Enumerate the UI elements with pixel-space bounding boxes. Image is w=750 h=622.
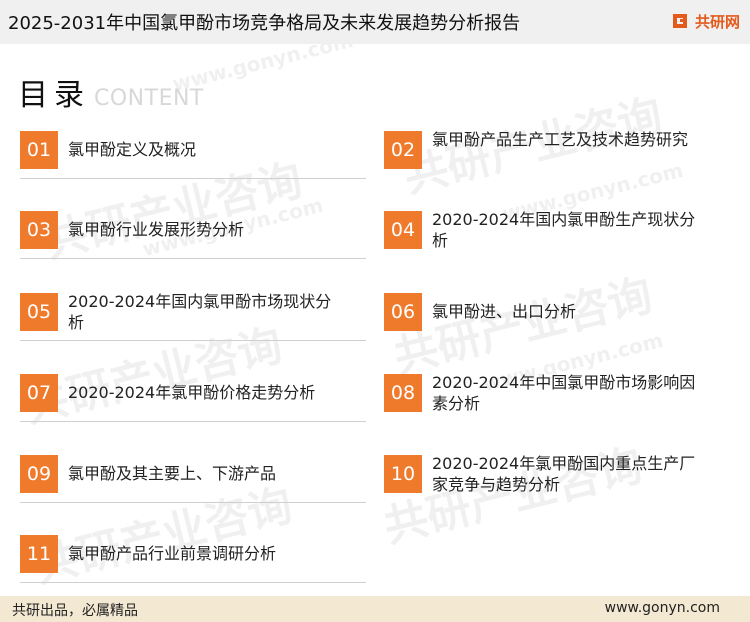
toc-divider [20,502,366,503]
toc-label: 氯甲酚行业发展形势分析 [68,220,245,239]
toc-item-05[interactable]: 05 2020-2024年国内氯甲酚市场现状分析 [20,292,366,341]
toc-number: 05 [20,293,58,331]
toc-number: 02 [384,131,422,169]
toc-item-01[interactable]: 01 氯甲酚定义及概况 [20,131,366,179]
toc-label: 氯甲酚进、出口分析 [432,302,577,321]
toc-item-11[interactable]: 11 氯甲酚产品行业前景调研分析 [20,535,366,583]
toc-divider [20,421,366,422]
toc-heading-en: CONTENT [94,86,204,111]
toc-item-10[interactable]: 10 2020-2024年氯甲酚国内重点生产厂家竞争与趋势分析 [384,454,730,503]
logo-icon [669,10,691,32]
toc-item-08[interactable]: 08 2020-2024年中国氯甲酚市场影响因素分析 [384,373,730,422]
toc-item-06[interactable]: 06 氯甲酚进、出口分析 [384,293,730,341]
toc-label: 氯甲酚定义及概况 [68,140,197,159]
toc-item-07[interactable]: 07 2020-2024年氯甲酚价格走势分析 [20,374,366,422]
toc-number: 11 [20,535,58,573]
toc-label: 2020-2024年氯甲酚国内重点生产厂家竞争与趋势分析 [432,454,696,494]
toc-heading: 目录 CONTENT [18,70,204,114]
footer-website[interactable]: www.gonyn.com [605,600,720,616]
toc-divider [20,340,366,341]
toc-divider [20,582,366,583]
toc-number: 03 [20,211,58,249]
toc-number: 06 [384,293,422,331]
toc-label: 2020-2024年氯甲酚价格走势分析 [68,383,316,402]
toc-label: 2020-2024年中国氯甲酚市场影响因素分析 [432,373,696,413]
footer-slogan: 共研出品，必属精品 [12,603,138,619]
toc-item-03[interactable]: 03 氯甲酚行业发展形势分析 [20,211,366,259]
toc-heading-cn: 目录 [18,78,90,113]
toc-number: 04 [384,211,422,249]
toc-number: 08 [384,374,422,412]
toc-number: 10 [384,455,422,493]
header-bar: 2025-2031年中国氯甲酚市场竞争格局及未来发展趋势分析报告 共研网 [0,0,750,44]
toc-label: 氯甲酚产品行业前景调研分析 [68,544,277,563]
toc-label: 氯甲酚及其主要上、下游产品 [68,464,277,483]
toc-divider [20,258,366,259]
toc-label: 2020-2024年国内氯甲酚市场现状分析 [68,292,332,332]
toc-item-04[interactable]: 04 2020-2024年国内氯甲酚生产现状分析 [384,210,730,259]
footer-bar: 共研出品，必属精品 www.gonyn.com [0,596,750,622]
toc-label: 氯甲酚产品生产工艺及技术趋势研究 [432,130,689,149]
brand-logo: 共研网 [669,8,740,34]
toc-number: 01 [20,131,58,169]
toc-number: 07 [20,374,58,412]
toc-item-09[interactable]: 09 氯甲酚及其主要上、下游产品 [20,455,366,503]
toc-item-02[interactable]: 02 氯甲酚产品生产工艺及技术趋势研究 [384,130,730,179]
toc-label: 2020-2024年国内氯甲酚生产现状分析 [432,210,696,250]
report-title: 2025-2031年中国氯甲酚市场竞争格局及未来发展趋势分析报告 [8,13,521,34]
toc-number: 09 [20,455,58,493]
brand-name: 共研网 [694,12,740,31]
toc-divider [20,178,366,179]
